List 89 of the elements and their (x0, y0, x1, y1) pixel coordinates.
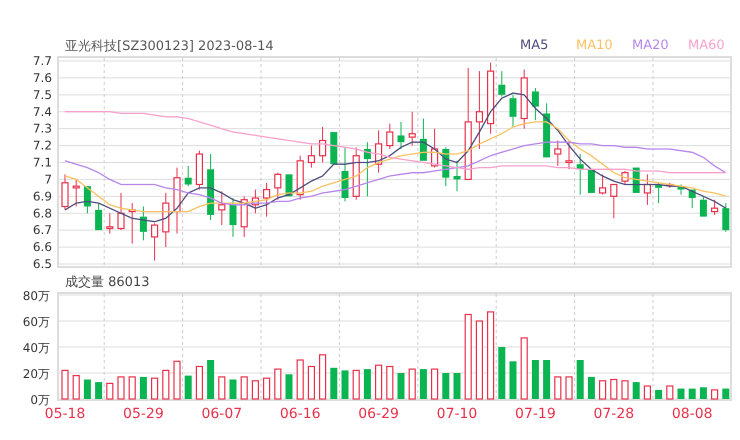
candlestick (554, 140, 562, 166)
legend-label: MA5 (520, 38, 550, 53)
x-axis-label: 07-28 (593, 406, 634, 422)
stock-title: 亚光科技[SZ300123] 2023-08-14 (65, 38, 275, 54)
y-axis-label: 7.1 (32, 156, 52, 170)
candlestick (184, 165, 192, 187)
candlestick (84, 186, 91, 214)
candlestick (230, 198, 236, 238)
candlestick (352, 146, 360, 200)
y-axis-label: 6.7 (32, 223, 52, 238)
candlestick (342, 146, 348, 202)
candlestick (711, 199, 718, 216)
candlestick (520, 68, 528, 130)
y-axis-label: 7.4 (32, 104, 52, 119)
y-axis-label: 20万 (22, 367, 50, 381)
candlestick (532, 88, 539, 121)
candlestick (207, 154, 214, 221)
candlestick (330, 132, 338, 165)
y-axis-label: 80万 (22, 291, 50, 303)
x-axis-label: 07-19 (515, 406, 556, 422)
x-axis-label: 06-07 (201, 406, 242, 422)
candlestick (252, 189, 259, 214)
candlestick (498, 70, 506, 98)
x-axis-label: 07-10 (436, 406, 478, 422)
candlestick (151, 222, 158, 262)
candlestick (644, 174, 651, 206)
candlestick (128, 202, 136, 244)
candlestick (117, 192, 125, 231)
candlestick (688, 189, 696, 209)
y-axis-label: 7.3 (32, 122, 52, 136)
candlestick (140, 206, 147, 241)
candlestick (386, 123, 394, 150)
candlestick (95, 202, 102, 231)
candlestick (442, 146, 450, 187)
candlestick (72, 178, 80, 207)
candlestick (364, 142, 371, 197)
x-axis-label: 06-29 (358, 406, 399, 422)
candlestick (263, 182, 270, 218)
candlestick (576, 154, 584, 196)
y-axis-label: 6.8 (32, 206, 52, 220)
candlestick (274, 172, 282, 200)
candlestick (196, 150, 203, 190)
x-axis-label: 05-29 (123, 406, 164, 422)
y-axis-label: 0万 (30, 393, 50, 407)
x-axis-label: 05-18 (44, 406, 86, 422)
candlestick (296, 155, 304, 200)
legend-label: MA20 (632, 38, 670, 53)
candlestick (162, 192, 170, 248)
candlestick (218, 190, 226, 226)
x-axis-label: 08-08 (672, 406, 713, 422)
candlestick (588, 168, 595, 194)
candlestick (286, 174, 292, 197)
candlestick (319, 126, 326, 163)
legend-label: MA60 (688, 38, 726, 53)
candlestick (454, 160, 460, 192)
candlestick (543, 102, 550, 158)
volume-label: 成交量 86013 (64, 274, 150, 291)
candlestick (655, 182, 662, 204)
y-axis-label: 40万 (22, 341, 50, 355)
candlestick (375, 130, 382, 174)
candlestick (599, 174, 606, 196)
y-axis-label: 6.5 (32, 257, 52, 269)
candlestick (621, 170, 629, 185)
candlestick (510, 94, 516, 128)
candlestick (666, 182, 674, 188)
candlestick (565, 142, 573, 170)
y-axis-label: 7.2 (32, 138, 52, 153)
y-axis-label: 7 (44, 172, 52, 186)
y-axis-label: 7.6 (32, 70, 52, 85)
candlestick (408, 111, 416, 146)
y-axis-label: 7.5 (32, 88, 52, 102)
candlestick (420, 118, 427, 162)
candlestick (240, 196, 248, 238)
y-axis-label: 6.6 (32, 240, 52, 254)
candlestick (308, 145, 315, 168)
y-axis-label: 60万 (22, 315, 50, 329)
candlestick (61, 174, 69, 210)
candlestick (678, 184, 684, 196)
y-axis-label: 6.9 (32, 189, 52, 204)
candlestick (700, 196, 707, 218)
candlestick (610, 184, 618, 219)
candlestick (431, 128, 438, 168)
legend-label: MA10 (576, 38, 614, 53)
candlestick (106, 212, 114, 234)
candlestick (398, 121, 404, 150)
candlestick (722, 202, 730, 232)
x-axis-label: 06-16 (280, 406, 321, 422)
candlestick (173, 167, 181, 234)
y-axis-label: 7.7 (32, 55, 52, 68)
